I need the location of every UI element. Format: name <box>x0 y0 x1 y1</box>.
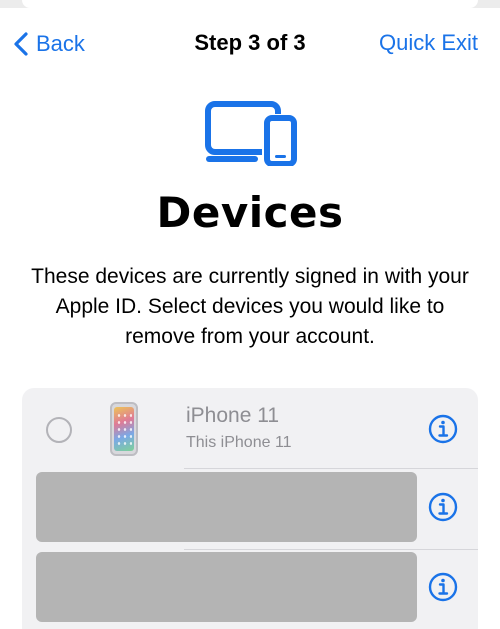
redacted-device-block <box>36 552 417 622</box>
device-select-radio[interactable] <box>46 417 72 443</box>
info-icon[interactable] <box>428 492 458 522</box>
navigation-bar: Back Step 3 of 3 Quick Exit <box>0 22 500 66</box>
devices-icon <box>205 101 298 166</box>
row-divider <box>184 468 478 469</box>
device-subtitle: This iPhone 11 <box>186 434 292 451</box>
sheet-top-edge <box>0 0 500 8</box>
redacted-device-block <box>36 472 417 542</box>
device-row[interactable] <box>22 550 478 629</box>
device-list: iPhone 11 This iPhone 11 <box>22 388 478 629</box>
iphone-thumbnail <box>110 402 138 456</box>
device-row[interactable] <box>22 470 478 550</box>
device-name: iPhone 11 <box>186 404 280 427</box>
info-icon[interactable] <box>428 572 458 602</box>
device-row[interactable]: iPhone 11 This iPhone 11 <box>22 388 478 468</box>
page-title: Devices <box>156 188 344 237</box>
info-icon[interactable] <box>428 414 458 444</box>
quick-exit-button[interactable]: Quick Exit <box>379 30 478 56</box>
page-description: These devices are currently signed in wi… <box>31 265 469 348</box>
